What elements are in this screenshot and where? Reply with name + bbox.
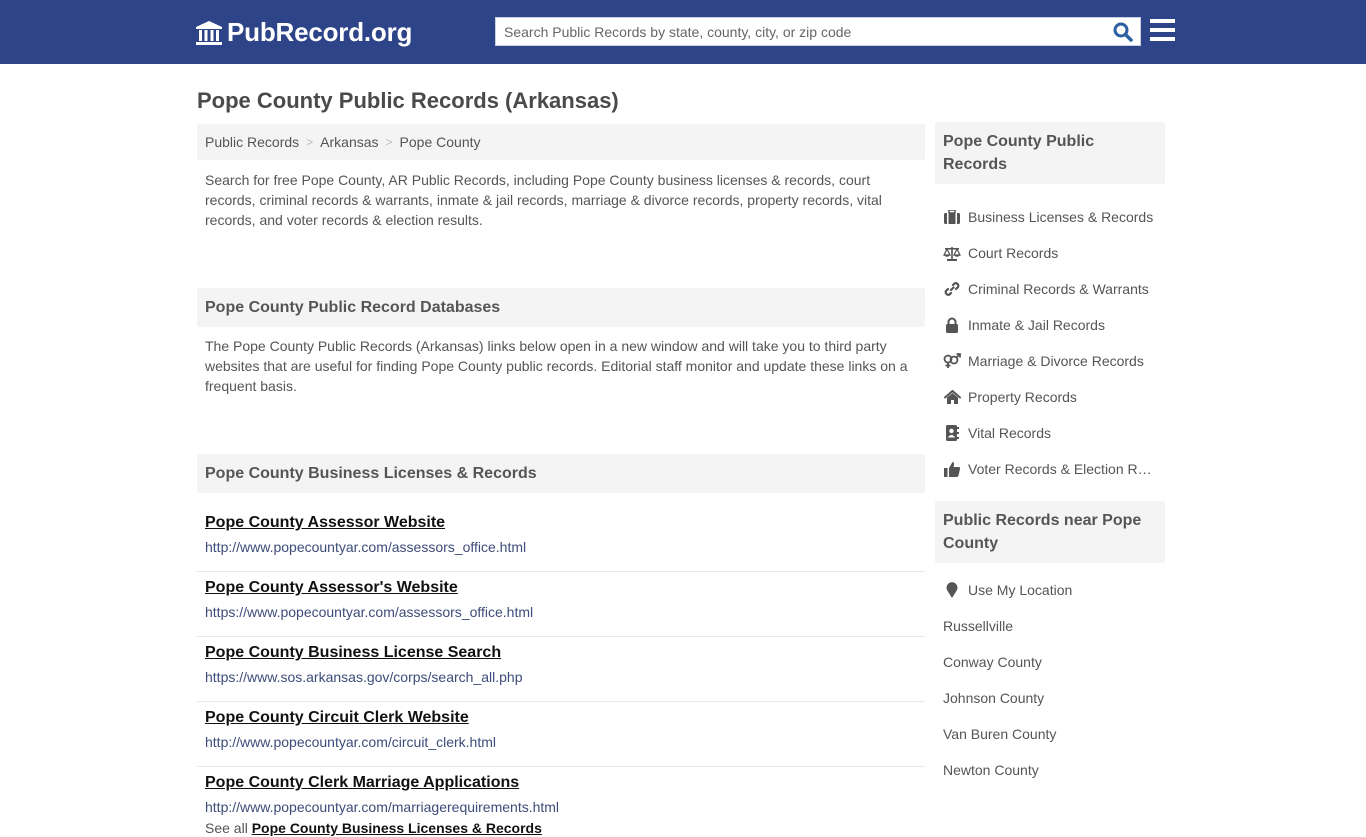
record-title-link[interactable]: Pope County Assessor's Website xyxy=(205,578,917,598)
breadcrumb-pope-county[interactable]: Pope County xyxy=(400,134,481,150)
record-item: Pope County Assessor Website http://www.… xyxy=(197,507,925,572)
near-item-johnson-county[interactable]: Johnson County xyxy=(935,680,1165,716)
sidebar-item-label: Voter Records & Election Results xyxy=(968,461,1157,477)
courthouse-icon xyxy=(196,20,222,45)
record-title-link[interactable]: Pope County Circuit Clerk Website xyxy=(205,708,917,728)
record-url[interactable]: http://www.popecountyar.com/assessors_of… xyxy=(205,538,917,556)
record-url[interactable]: http://www.popecountyar.com/marriagerequ… xyxy=(205,798,917,816)
record-item: Pope County Business License Search http… xyxy=(197,637,925,702)
near-item-conway-county[interactable]: Conway County xyxy=(935,644,1165,680)
sidebar-item-criminal[interactable]: Criminal Records & Warrants xyxy=(935,271,1165,307)
briefcase-icon xyxy=(943,209,961,225)
breadcrumb: Public Records > Arkansas > Pope County xyxy=(197,124,925,160)
use-my-location-label: Use My Location xyxy=(968,582,1073,598)
breadcrumb-arkansas[interactable]: Arkansas xyxy=(320,134,378,150)
sidebar-records-list: Business Licenses & Records Court Record… xyxy=(935,184,1165,501)
address-book-icon xyxy=(943,425,961,441)
sidebar-item-voter[interactable]: Voter Records & Election Results xyxy=(935,451,1165,487)
map-marker-icon xyxy=(943,582,961,598)
use-my-location-link[interactable]: Use My Location xyxy=(935,572,1165,608)
site-logo[interactable]: PubRecord.org xyxy=(195,17,412,48)
page-title: Pope County Public Records (Arkansas) xyxy=(197,88,619,113)
home-icon xyxy=(943,389,961,405)
see-all-prefix: See all xyxy=(205,820,248,836)
link-icon xyxy=(943,281,961,297)
near-item-van-buren-county[interactable]: Van Buren County xyxy=(935,716,1165,752)
databases-description: The Pope County Public Records (Arkansas… xyxy=(205,338,908,394)
business-records-list: Pope County Assessor Website http://www.… xyxy=(197,493,925,837)
sidebar-item-label: Marriage & Divorce Records xyxy=(968,353,1144,369)
top-navbar: PubRecord.org xyxy=(0,0,1366,64)
sidebar-item-court[interactable]: Court Records xyxy=(935,235,1165,271)
sidebar-near-heading: Public Records near Pope County xyxy=(935,501,1165,563)
near-item-newton-county[interactable]: Newton County xyxy=(935,752,1165,788)
venus-mars-icon xyxy=(943,353,961,369)
breadcrumb-public-records[interactable]: Public Records xyxy=(205,134,299,150)
record-item: Pope County Circuit Clerk Website http:/… xyxy=(197,702,925,767)
search-input[interactable] xyxy=(496,18,1106,45)
databases-heading: Pope County Public Record Databases xyxy=(197,288,925,327)
record-item: Pope County Assessor's Website https://w… xyxy=(197,572,925,637)
sidebar-item-label: Criminal Records & Warrants xyxy=(968,281,1149,297)
balance-scale-icon xyxy=(943,245,961,261)
record-item: Pope County Clerk Marriage Applications … xyxy=(197,767,925,819)
sidebar-item-inmate[interactable]: Inmate & Jail Records xyxy=(935,307,1165,343)
record-url[interactable]: https://www.sos.arkansas.gov/corps/searc… xyxy=(205,668,917,686)
sidebar-item-business[interactable]: Business Licenses & Records xyxy=(935,199,1165,235)
sidebar-item-label: Inmate & Jail Records xyxy=(968,317,1105,333)
hamburger-menu-icon[interactable] xyxy=(1150,19,1175,42)
search-icon[interactable] xyxy=(1112,21,1134,43)
record-title-link[interactable]: Pope County Clerk Marriage Applications xyxy=(205,773,917,793)
lock-icon xyxy=(943,317,961,333)
intro-text: Search for free Pope County, AR Public R… xyxy=(205,172,882,228)
sidebar-records-heading: Pope County Public Records xyxy=(935,122,1165,184)
record-url[interactable]: http://www.popecountyar.com/circuit_cler… xyxy=(205,733,917,751)
see-all-link[interactable]: Pope County Business Licenses & Records xyxy=(252,820,542,836)
sidebar-item-vital[interactable]: Vital Records xyxy=(935,415,1165,451)
main-content: Public Records > Arkansas > Pope County … xyxy=(197,124,925,837)
record-title-link[interactable]: Pope County Business License Search xyxy=(205,643,917,663)
sidebar-item-label: Vital Records xyxy=(968,425,1052,441)
breadcrumb-separator: > xyxy=(306,135,314,149)
sidebar-item-property[interactable]: Property Records xyxy=(935,379,1165,415)
sidebar-item-label: Court Records xyxy=(968,245,1059,261)
record-url[interactable]: https://www.popecountyar.com/assessors_o… xyxy=(205,603,917,621)
sidebar-item-marriage[interactable]: Marriage & Divorce Records xyxy=(935,343,1165,379)
near-item-russellville[interactable]: Russellville xyxy=(935,608,1165,644)
sidebar-near-list: Use My Location Russellville Conway Coun… xyxy=(935,563,1165,788)
sidebar-item-label: Business Licenses & Records xyxy=(968,209,1154,225)
logo-text: PubRecord.org xyxy=(227,17,413,47)
sidebar: Pope County Public Records Business Lice… xyxy=(935,122,1165,788)
record-title-link[interactable]: Pope County Assessor Website xyxy=(205,513,917,533)
search-box xyxy=(495,17,1141,46)
sidebar-item-label: Property Records xyxy=(968,389,1077,405)
breadcrumb-separator: > xyxy=(385,135,393,149)
business-heading: Pope County Business Licenses & Records xyxy=(197,454,925,493)
thumbs-up-icon xyxy=(943,461,961,477)
see-all-row: See all Pope County Business Licenses & … xyxy=(197,819,925,837)
